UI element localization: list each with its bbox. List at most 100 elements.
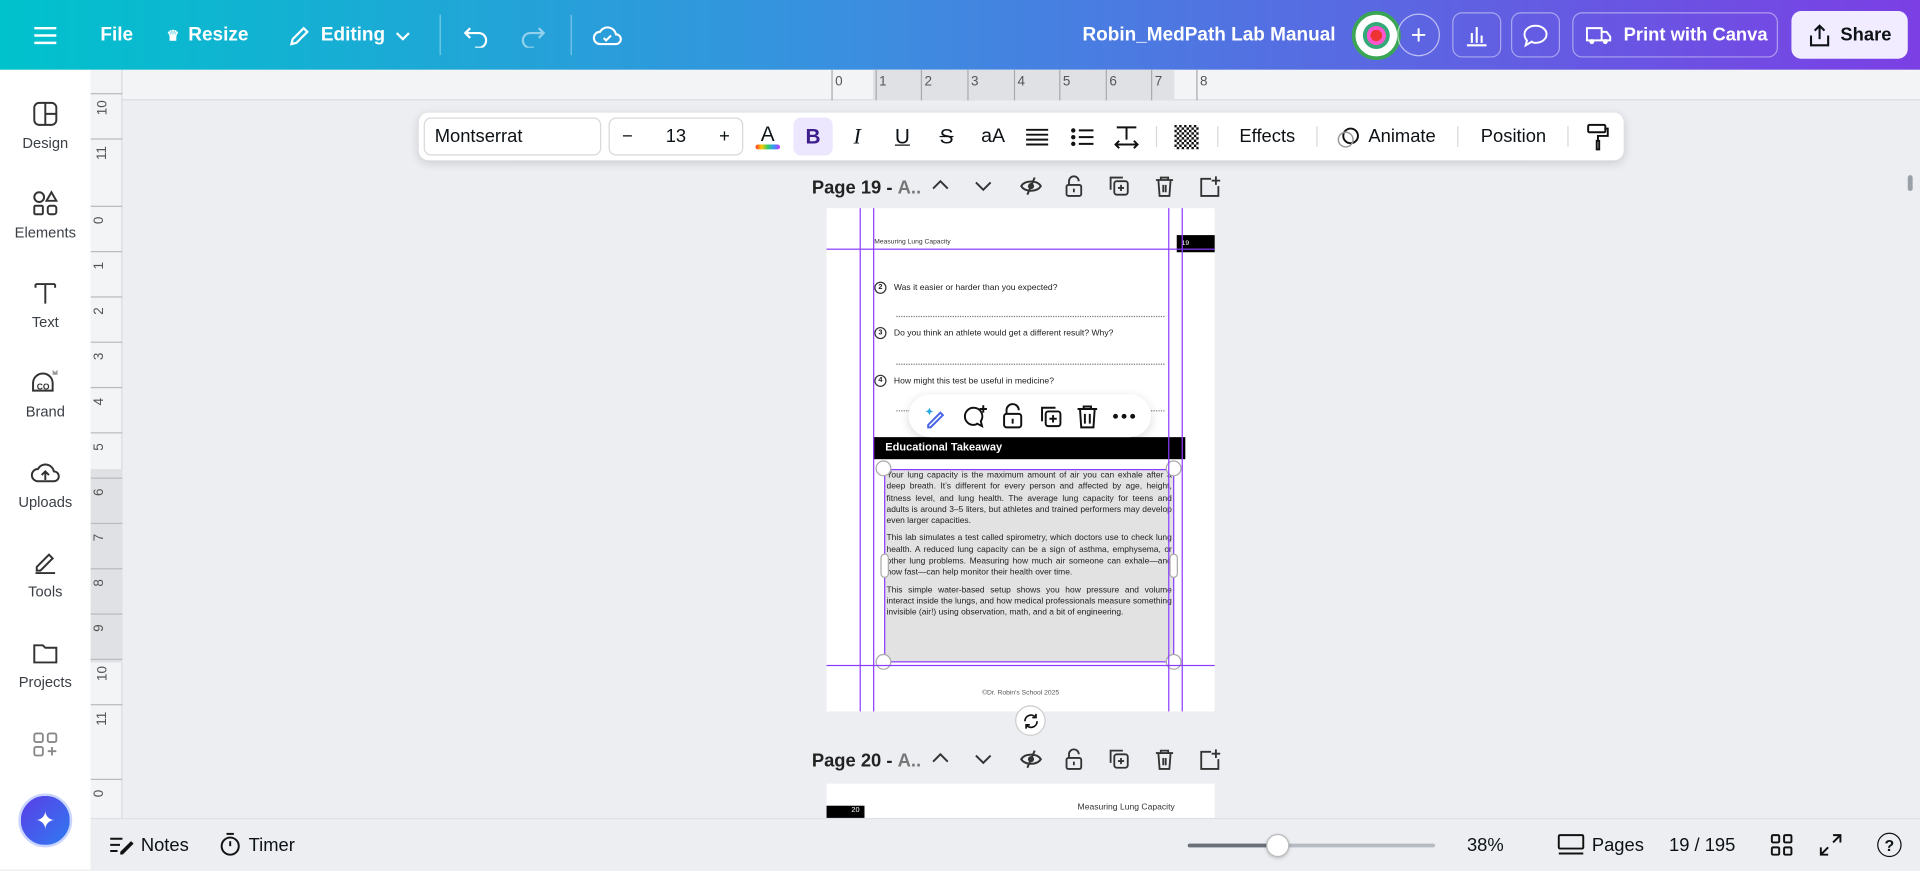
lock-page-button[interactable] [1063, 175, 1085, 197]
pages-button[interactable]: Pages [1557, 819, 1644, 870]
vertical-scrollbar[interactable] [1907, 175, 1913, 192]
ruler-tick [90, 658, 123, 661]
magic-edit-icon[interactable] [923, 403, 947, 428]
add-page-button[interactable] [1199, 175, 1221, 197]
sidebar-item-label: Projects [18, 673, 72, 691]
question-item[interactable]: 4 How might this test be useful in medici… [874, 374, 1054, 387]
redo-button[interactable] [519, 0, 546, 70]
notes-button[interactable]: Notes [109, 819, 189, 870]
increase-font-size-button[interactable]: + [719, 126, 730, 147]
ruler-tick [1013, 69, 1016, 101]
resize-handle[interactable] [875, 653, 892, 670]
spacing-button[interactable] [1111, 113, 1143, 161]
share-button[interactable]: Share [1791, 11, 1908, 59]
position-button[interactable]: Position [1472, 113, 1555, 161]
font-size-input[interactable]: 13 [666, 126, 686, 147]
save-status-button[interactable] [592, 0, 622, 70]
comments-button[interactable] [1511, 12, 1561, 58]
duplicate-page-button[interactable] [1108, 175, 1130, 197]
bold-button[interactable]: B [793, 117, 833, 156]
hide-page-button[interactable] [1020, 748, 1042, 770]
question-text: How might this test be useful in medicin… [893, 376, 1054, 386]
font-family-dropdown[interactable]: Montserrat [423, 117, 602, 156]
move-page-down-button[interactable] [972, 748, 994, 770]
question-item[interactable]: 3 Do you think an athlete would get a dif… [874, 326, 1113, 340]
decrease-font-size-button[interactable]: − [622, 126, 633, 147]
move-page-up-button[interactable] [929, 748, 951, 770]
sidebar-item-design[interactable]: Design [0, 100, 91, 152]
alignment-button[interactable] [1021, 113, 1053, 161]
sidebar-item-projects[interactable]: Projects [0, 639, 91, 691]
animate-button[interactable]: Animate [1331, 113, 1441, 161]
zoom-level[interactable]: 38% [1467, 819, 1504, 870]
resize-button[interactable]: ♛ Resize [167, 0, 249, 70]
apps-icon [33, 732, 58, 757]
duplicate-icon[interactable] [1038, 403, 1062, 427]
guide-line [826, 248, 1215, 250]
menu-button[interactable] [33, 0, 57, 70]
page-counter[interactable]: 19 / 195 [1669, 819, 1735, 870]
underline-button[interactable]: U [885, 113, 919, 161]
help-button[interactable]: ? [1877, 819, 1902, 870]
add-page-button[interactable] [1199, 748, 1221, 770]
insights-button[interactable] [1452, 12, 1502, 58]
hide-page-button[interactable] [1020, 175, 1042, 197]
divider [439, 14, 441, 56]
document-title[interactable]: Robin_MedPath Lab Manual [1082, 0, 1335, 70]
page-20-header: Page 20 - A.. [812, 746, 921, 775]
lock-icon[interactable] [1002, 402, 1024, 429]
side-resize-handle[interactable] [1169, 553, 1178, 578]
magic-assistant-button[interactable]: ✦ [18, 793, 73, 848]
list-button[interactable] [1067, 113, 1099, 161]
zoom-slider-knob[interactable] [1265, 833, 1290, 858]
transparency-button[interactable] [1171, 113, 1203, 161]
sidebar-item-text[interactable]: Text [0, 279, 91, 331]
add-comment-icon[interactable] [961, 403, 988, 428]
more-icon[interactable] [1112, 412, 1136, 419]
duplicate-page-button[interactable] [1108, 748, 1130, 770]
question-item[interactable]: 2 Was it easier or harder than you expect… [874, 281, 1057, 294]
letter-case-button[interactable]: aA [975, 113, 1012, 161]
sidebar-item-uploads[interactable]: Uploads [0, 459, 91, 511]
sidebar-item-elements[interactable]: Elements [0, 190, 91, 241]
file-menu[interactable]: File [100, 0, 133, 70]
italic-button[interactable]: I [840, 113, 874, 161]
page-20-canvas[interactable]: 20 Measuring Lung Capacity [826, 783, 1215, 818]
zoom-slider[interactable] [1187, 833, 1436, 858]
ruler-tick [90, 704, 123, 706]
section-title-bar[interactable]: Educational Takeaway [873, 437, 1186, 460]
text-color-button[interactable]: A [752, 113, 784, 161]
pencil-icon [289, 25, 309, 45]
selected-text-box[interactable]: Your lung capacity is the maximum amount… [884, 468, 1175, 663]
page-number-badge: 20 [826, 805, 865, 818]
move-page-down-button[interactable] [972, 175, 994, 197]
grid-view-button[interactable] [1770, 819, 1793, 870]
undo-button[interactable] [463, 0, 490, 70]
pages-icon [1557, 834, 1585, 855]
avatar[interactable] [1351, 11, 1401, 61]
move-page-up-button[interactable] [929, 175, 951, 197]
rotate-handle[interactable] [1015, 705, 1046, 736]
sidebar-item-brand[interactable]: CO Brand [0, 366, 91, 420]
side-resize-handle[interactable] [880, 553, 889, 578]
delete-page-button[interactable] [1153, 748, 1175, 770]
page-title[interactable]: A.. [898, 750, 921, 771]
page-count: 19 / 195 [1668, 834, 1736, 856]
page-title[interactable]: A.. [898, 177, 921, 198]
print-with-canva-button[interactable]: Print with Canva [1572, 12, 1778, 58]
copy-style-button[interactable] [1582, 113, 1614, 161]
add-collaborator-button[interactable]: + [1397, 13, 1441, 57]
timer-button[interactable]: Timer [219, 819, 295, 870]
sidebar-item-tools[interactable]: Tools [0, 549, 91, 600]
strikethrough-button[interactable]: S [929, 113, 963, 161]
trash-icon[interactable] [1076, 403, 1098, 428]
editing-mode-button[interactable]: Editing [288, 0, 411, 70]
effects-button[interactable]: Effects [1232, 113, 1303, 161]
divider [1567, 126, 1569, 147]
delete-page-button[interactable] [1153, 175, 1175, 197]
apps-button[interactable] [0, 731, 91, 758]
resize-handle[interactable] [875, 460, 892, 477]
undo-icon [463, 26, 488, 48]
fullscreen-button[interactable] [1819, 819, 1842, 870]
lock-page-button[interactable] [1063, 748, 1085, 770]
